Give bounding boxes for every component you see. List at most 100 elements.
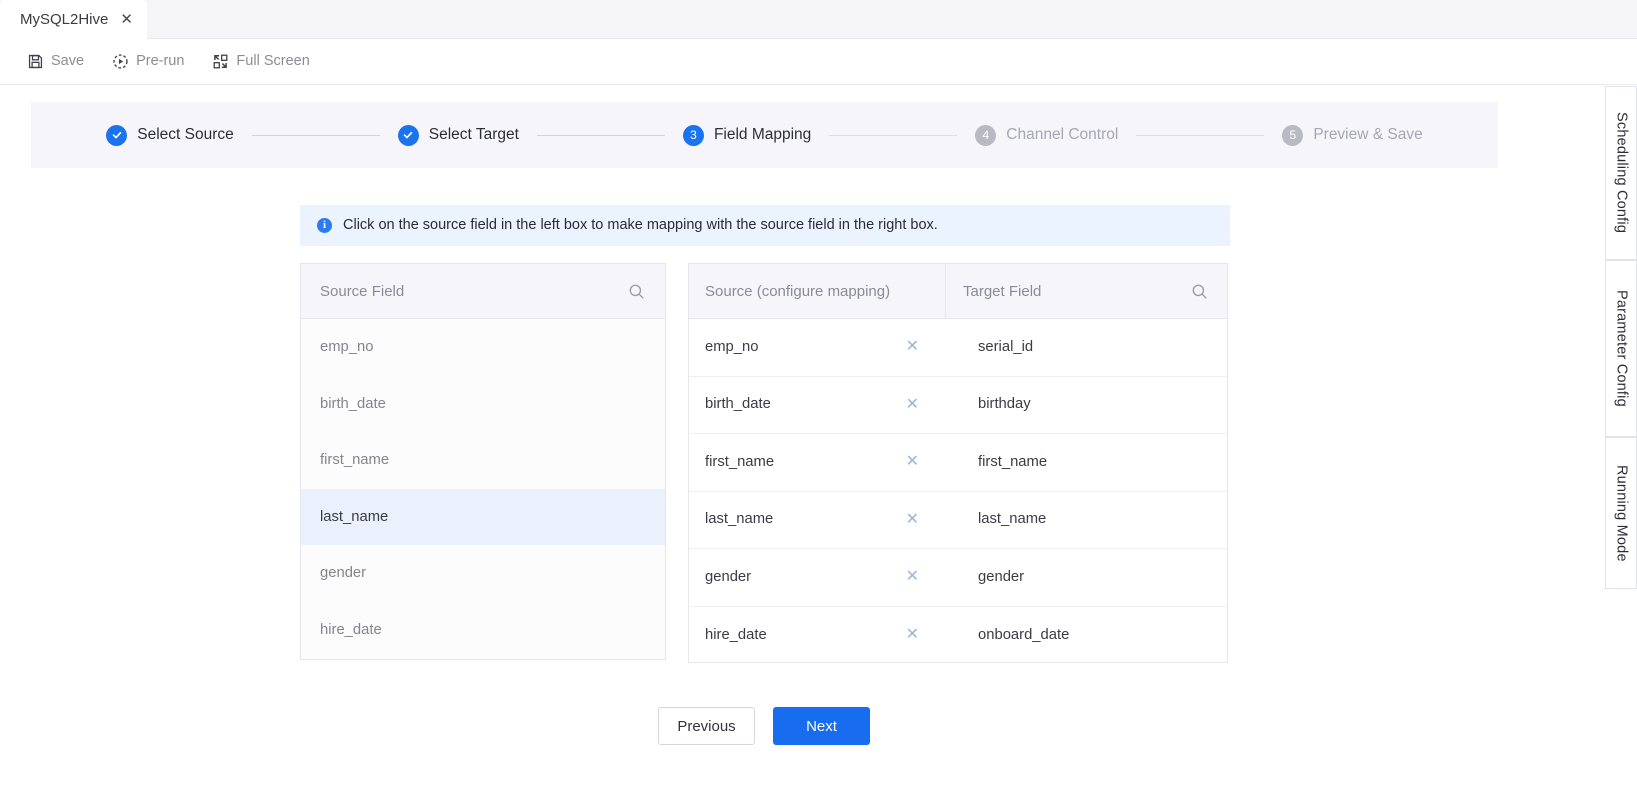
column-header-source: Source (configure mapping) <box>689 264 946 318</box>
mapping-target-cell: serial_id <box>946 319 1227 376</box>
mapping-target-cell: gender <box>946 549 1227 606</box>
source-field-panel: Source Field emp_no birth_date first_nam… <box>300 263 666 660</box>
mapping-source-value: birth_date <box>705 396 771 413</box>
save-button[interactable]: Save <box>27 48 84 76</box>
step-preview-save-label: Preview & Save <box>1313 126 1423 144</box>
source-field-item[interactable]: first_name <box>301 432 665 489</box>
search-icon[interactable] <box>1191 283 1208 300</box>
table-row[interactable]: first_name ✕ first_name <box>689 434 1227 492</box>
wizard-footer: Previous Next <box>0 707 1528 745</box>
source-field-panel-title: Source Field <box>320 282 405 300</box>
mapping-source-cell: hire_date ✕ <box>689 607 946 665</box>
source-field-item[interactable]: birth_date <box>301 375 665 432</box>
mapping-target-value: birthday <box>978 396 1031 413</box>
step-field-mapping[interactable]: 3 Field Mapping <box>682 124 812 146</box>
step-select-target-label: Select Target <box>428 126 519 144</box>
source-field-item[interactable]: hire_date <box>301 601 665 658</box>
table-row[interactable]: gender ✕ gender <box>689 549 1227 607</box>
full-screen-button[interactable]: Full Screen <box>212 48 310 76</box>
remove-mapping-icon[interactable]: ✕ <box>906 511 919 528</box>
mapping-source-value: first_name <box>705 453 775 470</box>
mapping-source-cell: first_name ✕ <box>689 434 946 491</box>
mapping-source-value: last_name <box>705 511 774 528</box>
table-row[interactable]: last_name ✕ last_name <box>689 492 1227 549</box>
column-header-target: Target Field <box>946 264 1227 318</box>
pre-run-button-label: Pre-run <box>136 53 185 70</box>
close-icon[interactable]: ✕ <box>120 12 133 27</box>
source-field-item-selected[interactable]: last_name <box>301 488 665 545</box>
mapping-source-cell: birth_date ✕ <box>689 377 946 434</box>
mapping-target-value: first_name <box>978 453 1048 470</box>
full-screen-button-label: Full Screen <box>236 53 310 70</box>
step-channel-control-label: Channel Control <box>1006 126 1119 144</box>
mapping-source-cell: last_name ✕ <box>689 492 946 549</box>
check-icon <box>397 124 419 146</box>
side-tab-scheduling-config[interactable]: Scheduling Config <box>1605 86 1637 260</box>
step-select-target[interactable]: Select Target <box>397 124 519 146</box>
step-field-mapping-label: Field Mapping <box>713 126 812 144</box>
source-field-item[interactable]: gender <box>301 545 665 602</box>
table-row[interactable]: birth_date ✕ birthday <box>689 377 1227 434</box>
remove-mapping-icon[interactable]: ✕ <box>906 569 919 585</box>
mapping-source-value: emp_no <box>705 338 759 355</box>
source-field-panel-header: Source Field <box>301 264 665 319</box>
step-select-source[interactable]: Select Source <box>106 124 234 146</box>
right-side-rail: Scheduling Config Parameter Config Runni… <box>1528 86 1637 789</box>
step-connector <box>1136 134 1265 136</box>
step-connector <box>536 134 665 136</box>
step-number-badge: 3 <box>682 124 704 146</box>
play-circle-dashed-icon <box>112 53 129 70</box>
remove-mapping-icon[interactable]: ✕ <box>906 339 919 355</box>
side-tab-scheduling-config-label: Scheduling Config <box>1613 112 1630 234</box>
step-number-badge: 4 <box>975 124 997 146</box>
previous-button[interactable]: Previous <box>658 707 755 745</box>
mapping-target-cell: birthday <box>946 377 1227 434</box>
mapping-source-cell: emp_no ✕ <box>689 319 946 376</box>
next-button[interactable]: Next <box>773 707 870 745</box>
mapping-source-cell: gender ✕ <box>689 549 946 606</box>
info-icon: i <box>317 218 332 233</box>
side-tab-parameter-config[interactable]: Parameter Config <box>1605 260 1637 437</box>
side-tab-parameter-config-label: Parameter Config <box>1613 290 1630 407</box>
remove-mapping-icon[interactable]: ✕ <box>906 396 919 413</box>
mapping-target-value: gender <box>978 568 1025 585</box>
step-channel-control[interactable]: 4 Channel Control <box>975 124 1119 146</box>
workflow-tab-label: MySQL2Hive <box>20 11 109 28</box>
step-connector <box>251 134 380 136</box>
info-banner-text: Click on the source field in the left bo… <box>343 217 938 234</box>
field-mapping-table: Source (configure mapping) Target Field … <box>688 263 1228 663</box>
pre-run-button[interactable]: Pre-run <box>112 48 184 76</box>
column-header-target-label: Target Field <box>963 282 1042 300</box>
source-field-list: emp_no birth_date first_name last_name g… <box>301 319 665 658</box>
mapping-target-value: onboard_date <box>978 626 1070 643</box>
step-preview-save[interactable]: 5 Preview & Save <box>1282 124 1423 146</box>
mapping-target-cell: last_name <box>946 492 1227 549</box>
info-banner: i Click on the source field in the left … <box>300 205 1230 246</box>
save-icon <box>27 53 44 70</box>
remove-mapping-icon[interactable]: ✕ <box>906 454 919 470</box>
side-tab-running-mode[interactable]: Running Mode <box>1605 437 1637 589</box>
source-field-item[interactable]: emp_no <box>301 319 665 376</box>
fullscreen-icon <box>212 53 229 70</box>
mapping-target-value: last_name <box>978 511 1047 528</box>
workflow-tab[interactable]: MySQL2Hive ✕ <box>0 0 147 39</box>
field-mapping-table-header: Source (configure mapping) Target Field <box>689 264 1227 319</box>
toolbar: Save Pre-run Full Screen <box>0 39 1637 85</box>
mapping-target-cell: first_name <box>946 434 1227 491</box>
table-row[interactable]: hire_date ✕ onboard_date <box>689 607 1227 665</box>
table-row[interactable]: emp_no ✕ serial_id <box>689 319 1227 377</box>
save-button-label: Save <box>51 53 85 70</box>
side-tab-running-mode-label: Running Mode <box>1613 464 1630 562</box>
wizard-stepper: Select Source Select Target 3 Field Mapp… <box>31 102 1498 168</box>
search-icon[interactable] <box>628 283 645 300</box>
step-number-badge: 5 <box>1282 124 1304 146</box>
mapping-source-value: gender <box>705 568 752 585</box>
main-content: Select Source Select Target 3 Field Mapp… <box>0 86 1528 789</box>
mapping-source-value: hire_date <box>705 626 767 643</box>
column-header-source-label: Source (configure mapping) <box>705 282 891 300</box>
step-select-source-label: Select Source <box>137 126 234 144</box>
step-connector <box>829 134 958 136</box>
check-icon <box>106 124 128 146</box>
remove-mapping-icon[interactable]: ✕ <box>906 627 919 643</box>
mapping-target-value: serial_id <box>978 338 1034 355</box>
